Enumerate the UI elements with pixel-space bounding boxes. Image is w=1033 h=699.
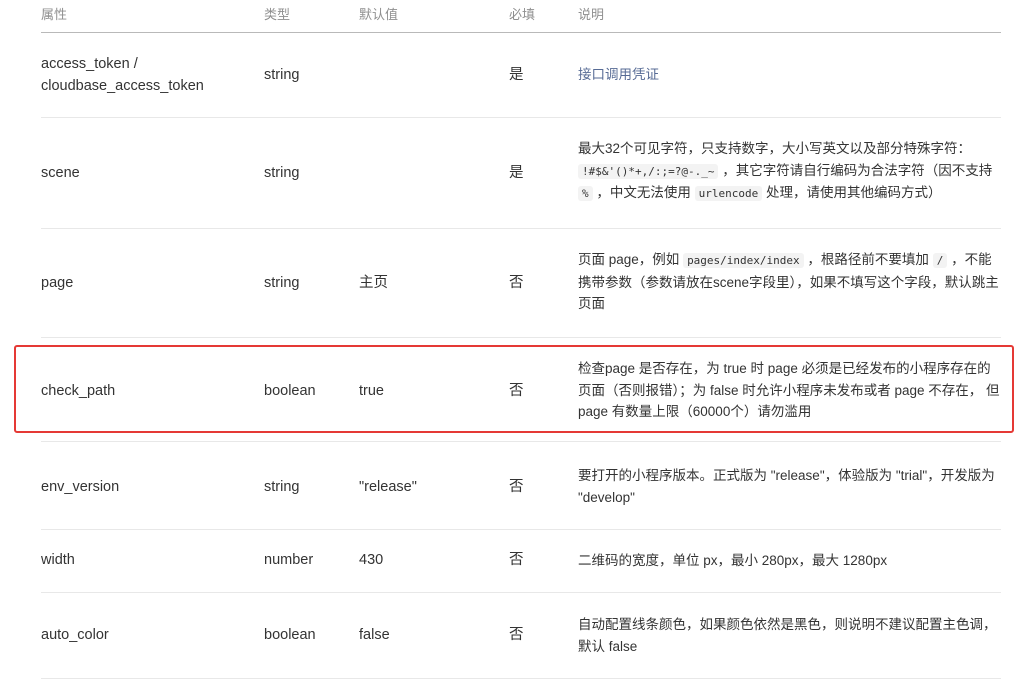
param-description: 检查page 是否存在，为 true 时 page 必须是已经发布的小程序存在的…: [578, 361, 1000, 419]
header-default: 默认值: [359, 7, 399, 22]
row-divider: [41, 441, 1001, 442]
header-type: 类型: [264, 7, 291, 22]
desc-text: ，根路径前不要填加: [807, 252, 929, 267]
param-name: check_path: [41, 383, 116, 399]
param-name: width: [41, 552, 75, 568]
row-divider: [41, 117, 1001, 118]
desc-text: ，其它字符请自行编码为合法字符（因不支持: [722, 162, 993, 178]
row-divider: [41, 678, 1001, 679]
header-attribute: 属性: [41, 7, 68, 22]
row-divider: [41, 592, 1001, 593]
desc-text: 页面 page，例如: [578, 252, 680, 267]
desc-text: 最大32个可见字符，只支持数字，大小写英文以及部分特殊字符：: [578, 141, 972, 156]
param-type: boolean: [264, 627, 316, 643]
param-description: 要打开的小程序版本。正式版为 "release"，体验版为 "trial"，开发…: [578, 468, 995, 505]
param-required: 是: [509, 67, 524, 83]
param-required: 否: [509, 383, 524, 399]
access-token-link[interactable]: 接口调用凭证: [578, 67, 659, 82]
desc-code: pages/index/index: [683, 253, 804, 268]
param-name-line: cloudbase_access_token: [41, 78, 204, 94]
param-name: page: [41, 275, 74, 291]
row-divider: [41, 337, 1001, 338]
desc-code: %: [578, 186, 593, 201]
param-name: auto_color: [41, 627, 109, 643]
desc-text: ，中文无法使用: [596, 185, 691, 200]
param-description: 最大32个可见字符，只支持数字，大小写英文以及部分特殊字符： !#$&'()*+…: [578, 138, 1003, 205]
param-type: number: [264, 552, 314, 568]
param-default: 430: [359, 552, 384, 568]
param-default: true: [359, 383, 384, 399]
param-name: access_token / cloudbase_access_token: [41, 53, 204, 97]
param-name: env_version: [41, 479, 120, 495]
header-description: 说明: [578, 7, 605, 22]
header-divider: [41, 32, 1001, 33]
param-name: scene: [41, 165, 80, 181]
desc-text: 处理，请使用其他编码方式）: [766, 185, 942, 200]
param-type: string: [264, 275, 300, 291]
param-required: 否: [509, 479, 524, 495]
param-description: 自动配置线条颜色，如果颜色依然是黑色，则说明不建议配置主色调，默认 false: [578, 617, 997, 654]
param-required: 否: [509, 627, 524, 643]
header-required: 必填: [509, 7, 536, 22]
row-divider: [41, 228, 1001, 229]
param-type: string: [264, 479, 300, 495]
desc-code: !#$&'()*+,/:;=?@-._~: [578, 163, 719, 179]
param-description: 页面 page，例如 pages/index/index ，根路径前不要填加 /…: [578, 249, 1003, 315]
table-header: 属性 类型 默认值 必填 说明: [0, 0, 1033, 33]
param-default: "release": [359, 479, 417, 495]
param-type: string: [264, 67, 300, 83]
desc-code: /: [932, 253, 948, 268]
param-required: 否: [509, 275, 524, 291]
param-required: 是: [509, 165, 524, 181]
param-default: 主页: [359, 275, 388, 291]
param-required: 否: [509, 552, 524, 568]
param-description: 接口调用凭证: [578, 64, 1003, 86]
param-name-line: access_token /: [41, 56, 138, 72]
param-type: boolean: [264, 383, 316, 399]
desc-code: urlencode: [694, 186, 763, 201]
param-type: string: [264, 165, 300, 181]
param-default: false: [359, 627, 390, 643]
row-divider: [41, 529, 1001, 530]
param-description: 二维码的宽度，单位 px，最小 280px，最大 1280px: [578, 553, 888, 568]
